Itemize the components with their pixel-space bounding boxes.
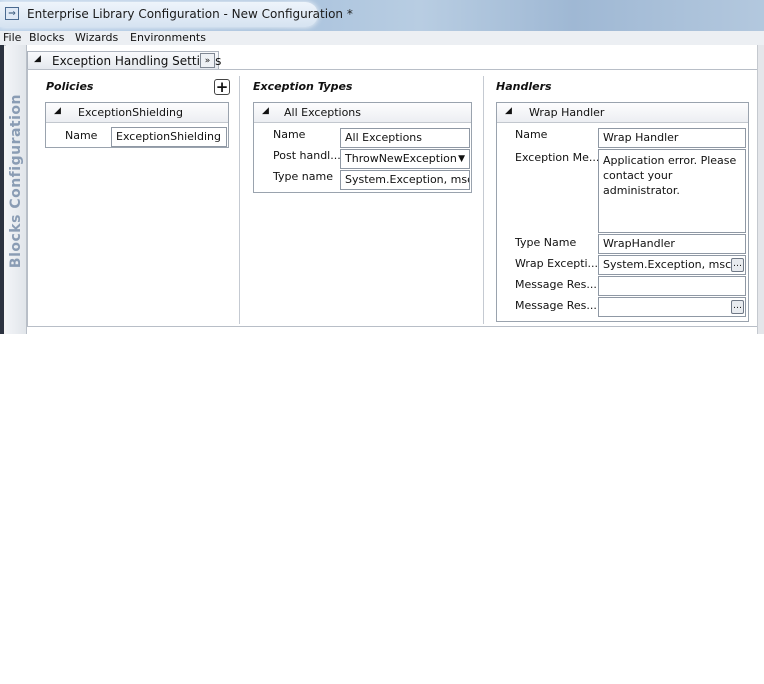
blocks-configuration-tab[interactable]: Blocks Configuration <box>6 45 27 334</box>
menu-environments[interactable]: Environments <box>130 31 206 45</box>
policy-card-title: ExceptionShielding <box>78 106 183 119</box>
post-handling-select[interactable]: ThrowNewException ▼ <box>340 149 470 169</box>
handler-card: ◢ Wrap Handler Name Wrap Handler Excepti… <box>496 102 749 322</box>
chevron-down-icon[interactable]: ▼ <box>458 150 465 168</box>
menu-blocks[interactable]: Blocks <box>29 31 64 45</box>
app-icon[interactable]: ⇒ <box>5 7 19 20</box>
blocks-configuration-label: Blocks Configuration <box>8 94 24 269</box>
menu-file[interactable]: File <box>3 31 21 45</box>
title-bar: ⇒ Enterprise Library Configuration - New… <box>0 0 764 31</box>
designer-content: ◢ Exception Handling Settings » Policies… <box>27 45 764 334</box>
exception-name-field[interactable]: All Exceptions <box>340 128 470 148</box>
handler-card-title: Wrap Handler <box>529 106 605 119</box>
section-title: Exception Handling Settings <box>52 54 222 68</box>
message-resource-label: Message Res... <box>515 278 597 291</box>
exception-name-label: Name <box>273 128 306 141</box>
post-handling-value: ThrowNewException <box>345 152 457 165</box>
handler-name-field[interactable]: Wrap Handler <box>598 128 746 148</box>
ellipsis-icon[interactable]: … <box>731 300 744 314</box>
handler-type-name-field[interactable]: WrapHandler <box>598 234 746 254</box>
double-chevron-icon[interactable]: » <box>200 53 215 68</box>
menu-wizards[interactable]: Wizards <box>75 31 118 45</box>
section-area: Policies + ◢ ExceptionShielding Name Exc… <box>27 69 764 327</box>
type-name-field[interactable]: System.Exception, mscor <box>340 170 470 190</box>
exception-type-card: ◢ All Exceptions Name All Exceptions Pos… <box>253 102 472 193</box>
post-handling-label: Post handl... <box>273 149 341 162</box>
expand-triangle-icon[interactable]: ◢ <box>262 106 269 116</box>
expand-triangle-icon[interactable]: ◢ <box>505 106 512 116</box>
exception-type-card-title: All Exceptions <box>284 106 361 119</box>
ellipsis-icon[interactable]: … <box>731 258 744 272</box>
app-window: ⇒ Enterprise Library Configuration - New… <box>0 0 764 334</box>
policy-name-label: Name <box>65 129 98 142</box>
handlers-title: Handlers <box>496 80 552 93</box>
plus-icon[interactable]: + <box>214 79 230 95</box>
column-divider[interactable] <box>483 76 484 324</box>
expand-triangle-icon[interactable]: ◢ <box>54 106 61 116</box>
handler-card-header[interactable]: ◢ Wrap Handler <box>497 103 748 123</box>
message-resource-field[interactable] <box>598 276 746 296</box>
message-resource-type-field[interactable]: … <box>598 297 746 317</box>
type-name-label: Type name <box>273 170 333 183</box>
right-scroll-strip[interactable] <box>757 45 764 334</box>
policy-card-header[interactable]: ◢ ExceptionShielding <box>46 103 228 123</box>
exception-types-title: Exception Types <box>253 80 353 93</box>
policies-title: Policies <box>46 80 94 93</box>
policy-name-field[interactable]: ExceptionShielding <box>111 127 227 147</box>
policy-card: ◢ ExceptionShielding Name ExceptionShiel… <box>45 102 229 148</box>
left-edge <box>0 45 4 334</box>
exception-message-label: Exception Me... <box>515 151 600 164</box>
column-divider[interactable] <box>239 76 240 324</box>
exception-type-card-header[interactable]: ◢ All Exceptions <box>254 103 471 123</box>
window-title: Enterprise Library Configuration - New C… <box>27 7 353 21</box>
exception-message-field[interactable]: Application error. Please contact your a… <box>598 149 746 233</box>
expand-triangle-icon[interactable]: ◢ <box>34 54 41 64</box>
section-header[interactable]: ◢ Exception Handling Settings » <box>27 51 222 69</box>
wrap-exception-label: Wrap Excepti... <box>515 257 599 270</box>
message-resource-type-label: Message Res... <box>515 299 597 312</box>
handler-name-label: Name <box>515 128 548 141</box>
wrap-exception-value: System.Exception, mscor <box>603 258 743 271</box>
menu-bar: File Blocks Wizards Environments <box>0 31 764 46</box>
type-name-label: Type Name <box>515 236 577 249</box>
wrap-exception-field[interactable]: System.Exception, mscor … <box>598 255 746 275</box>
